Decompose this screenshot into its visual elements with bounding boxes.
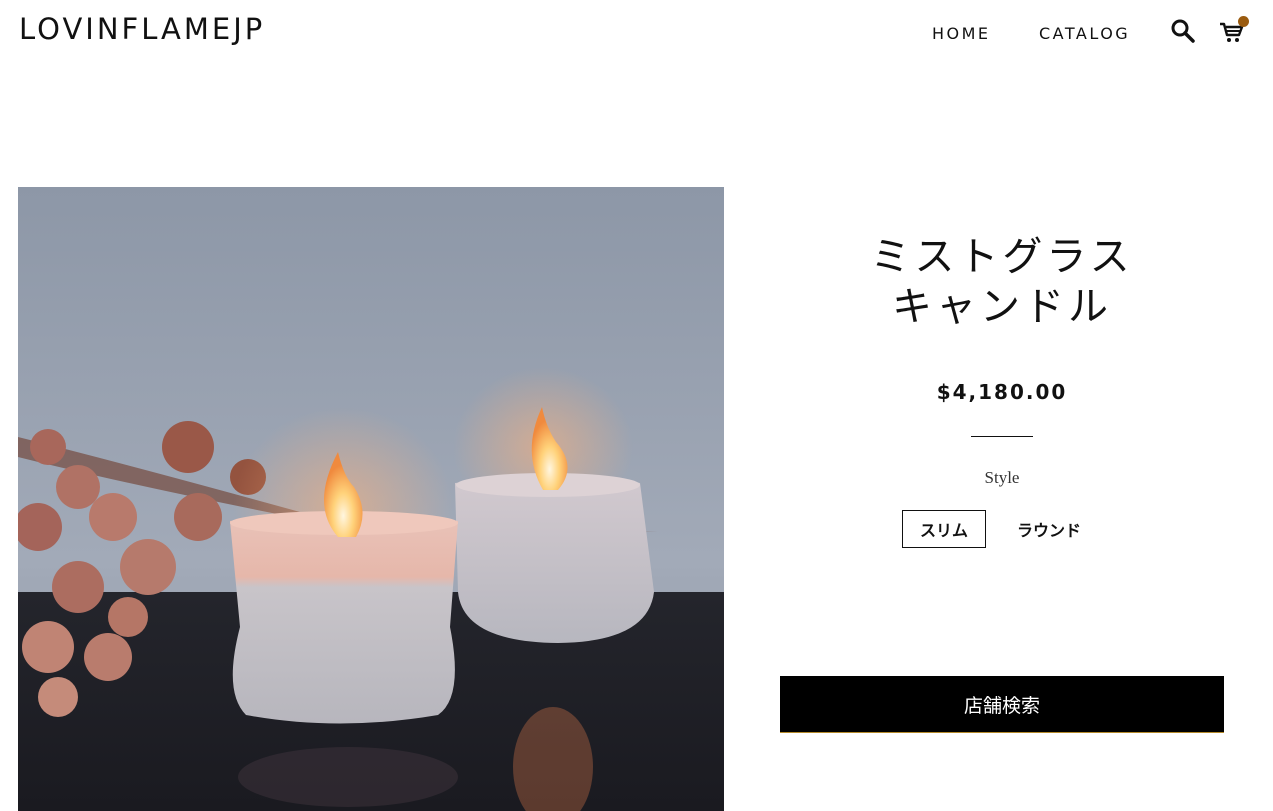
store-search-button[interactable]: 店舗検索: [780, 676, 1224, 733]
product-price: $4,180.00: [936, 380, 1068, 404]
variant-slim-button[interactable]: スリム: [902, 510, 986, 548]
candle-photo: [18, 187, 724, 811]
search-icon: [1171, 19, 1195, 43]
site-logo[interactable]: LOVINFLAMEJP: [19, 12, 265, 46]
cart-button[interactable]: [1219, 16, 1249, 44]
variant-round-button[interactable]: ラウンド: [1006, 510, 1092, 548]
product-title-line1: ミストグラス: [870, 234, 1134, 280]
product-image[interactable]: [18, 187, 724, 811]
style-label: Style: [984, 468, 1020, 487]
site-header: LOVINFLAMEJP HOME CATALOG: [0, 0, 1273, 66]
divider: [971, 436, 1033, 437]
search-button[interactable]: [1170, 18, 1196, 44]
cart-count-indicator: [1238, 16, 1249, 27]
product-title: ミストグラス キャンドル: [780, 232, 1224, 332]
product-title-line2: キャンドル: [892, 284, 1112, 330]
